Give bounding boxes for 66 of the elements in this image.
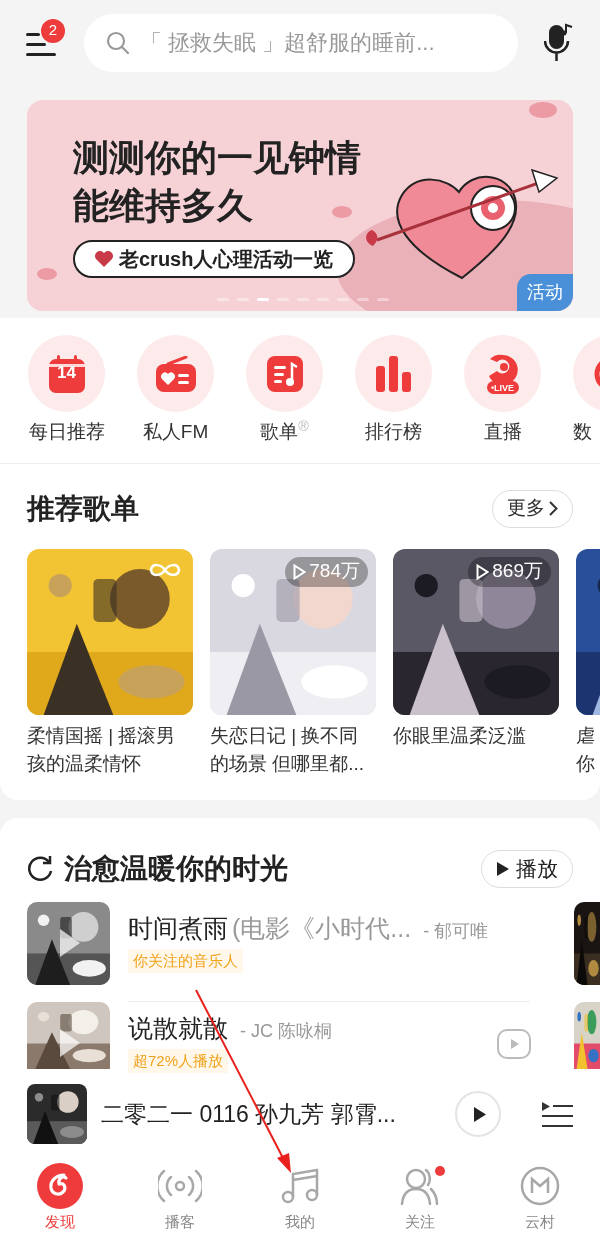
playlist-queue-icon[interactable] xyxy=(541,1101,573,1127)
search-field[interactable]: 「 拯救失眠 」超舒服的睡前... xyxy=(84,13,518,72)
shortcut-label: 排行榜 xyxy=(365,420,422,444)
music-note-icon xyxy=(281,1168,319,1204)
play-icon xyxy=(496,860,510,877)
tab-item[interactable]: 我的 xyxy=(240,1150,360,1242)
shortcut-label: 私人FM xyxy=(142,420,209,444)
play-count: 869万 xyxy=(468,556,551,587)
activity-tag: 活动 xyxy=(517,274,573,311)
radio-icon xyxy=(155,355,196,392)
refresh-icon[interactable] xyxy=(27,855,54,882)
playlist-card[interactable]: 869万 你眼里温柔泛滥 xyxy=(393,548,559,778)
playlist-title: 柔情国摇 | 摇滚男孩的温柔情怀 xyxy=(27,723,177,776)
play-icon xyxy=(59,927,81,958)
icon-label: 14 xyxy=(57,364,76,381)
notification-badge: 2 xyxy=(41,18,65,43)
song-title: 时间煮雨 xyxy=(128,912,228,944)
song-subtitle: (电影《小时代... xyxy=(232,912,412,944)
promo-banner[interactable]: 测测你的一见钟情 能维持多久 老crush人心理活动一览 活动 xyxy=(27,100,573,311)
playlist-card[interactable]: 784万 失恋日记 | 换不同的场景 但哪里都... xyxy=(210,548,376,778)
chevron-right-icon xyxy=(549,501,558,516)
tab-label: 播客 xyxy=(165,1212,195,1232)
calendar-icon xyxy=(48,354,85,393)
playlist-title: 你眼里温柔泛滥 xyxy=(393,723,527,748)
artist-name: - 郁可唯 xyxy=(423,919,489,943)
play-icon xyxy=(293,563,307,580)
playlist-title: 虐你 xyxy=(576,723,595,776)
banner-link[interactable]: 老crush人心理活动一览 xyxy=(73,240,356,278)
podcast-icon xyxy=(158,1169,202,1203)
banner-headline: 测测你的一见钟情 xyxy=(73,136,361,180)
play-icon xyxy=(472,1105,487,1123)
playlist-card[interactable]: 虐你 xyxy=(576,548,600,778)
circle-m-icon xyxy=(520,1166,560,1206)
artist-name: - JC 陈咏桐 xyxy=(240,1019,332,1043)
shortcut-label: 数 xyxy=(573,420,592,444)
playlist-icon xyxy=(266,355,303,392)
tab-label: 云村 xyxy=(525,1212,555,1232)
tab-item[interactable]: 播客 xyxy=(120,1150,240,1242)
live-icon xyxy=(484,353,521,394)
bar-chart-icon xyxy=(375,355,412,392)
section-title: 治愈温暖你的时光 xyxy=(64,851,288,886)
section-title: 推荐歌单 xyxy=(27,491,139,526)
microphone-icon[interactable] xyxy=(544,22,574,63)
playlist-card[interactable]: 柔情国摇 | 摇滚男孩的温柔情怀 xyxy=(27,548,193,778)
tab-label: 关注 xyxy=(405,1212,435,1232)
play-icon xyxy=(476,563,490,580)
song-tag: 超72%人播放 xyxy=(128,1049,229,1073)
shortcut-label: 每日推荐 xyxy=(28,420,105,444)
shortcut-label: 直播 xyxy=(483,420,522,444)
song-tag: 你关注的音乐人 xyxy=(128,949,243,973)
heart-icon xyxy=(95,251,113,267)
tab-item[interactable]: 云村 xyxy=(480,1150,600,1242)
play-button[interactable] xyxy=(455,1091,501,1137)
playlist-title: 失恋日记 | 换不同的场景 但哪里都... xyxy=(210,723,366,776)
shortcut-label: 歌单$^{®}$ xyxy=(260,418,309,444)
icon-label: •LIVE xyxy=(490,384,515,393)
tab-label: 我的 xyxy=(285,1212,315,1232)
banner-headline: 能维持多久 xyxy=(73,184,253,228)
tab-item[interactable]: 关注 xyxy=(360,1150,480,1242)
music-logo-icon xyxy=(37,1163,83,1209)
tab-label: 发现 xyxy=(45,1212,75,1232)
people-icon xyxy=(400,1167,440,1205)
tab-item[interactable]: 发现 xyxy=(0,1150,120,1242)
play-icon xyxy=(59,1027,81,1058)
play-count: 784万 xyxy=(285,556,368,587)
search-icon xyxy=(106,30,130,55)
